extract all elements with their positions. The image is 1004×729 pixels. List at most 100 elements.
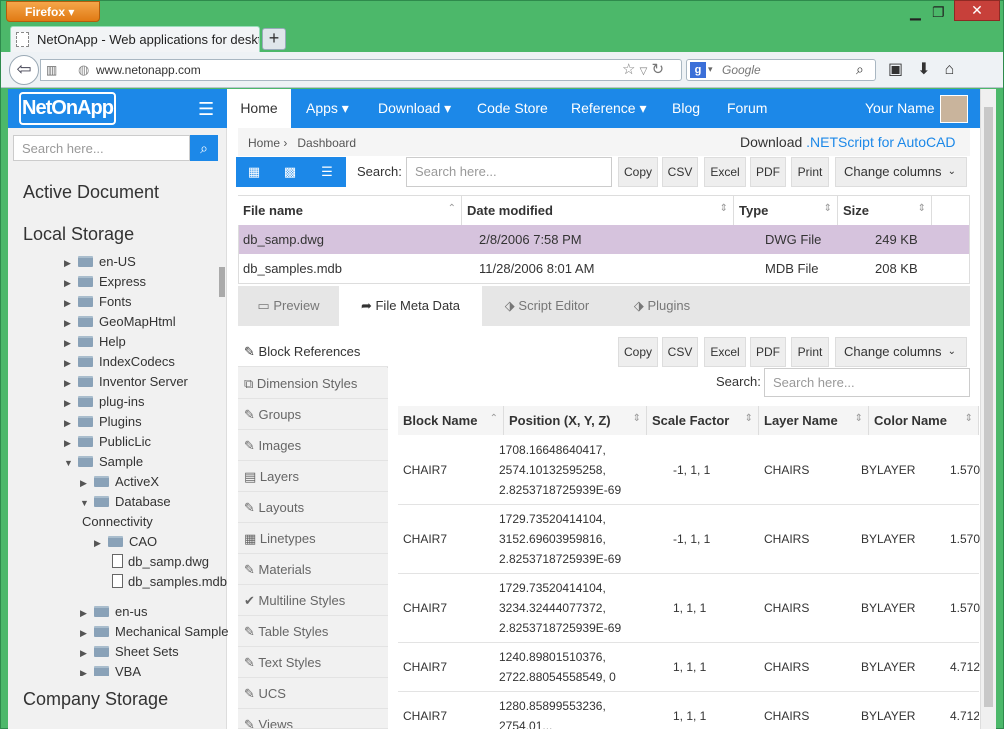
- search-icon[interactable]: ⌕: [856, 61, 864, 78]
- copy-button[interactable]: Copy: [618, 157, 658, 187]
- menu-materials[interactable]: ✎ Materials: [238, 554, 388, 585]
- menu-views[interactable]: ✎ Views: [238, 709, 388, 729]
- tree-item[interactable]: ▶ ActiveX: [80, 474, 159, 489]
- tree-item[interactable]: ▶ PublicLic: [64, 434, 151, 449]
- tree-item[interactable]: ▶ Mechanical Sample: [80, 624, 228, 639]
- menu-groups[interactable]: ✎ Groups: [238, 399, 388, 430]
- menu-dimension-styles[interactable]: ⧉ Dimension Styles: [238, 368, 388, 399]
- menu-ucs[interactable]: ✎ UCS: [238, 678, 388, 709]
- column-header-size[interactable]: Size ⇕: [838, 196, 932, 225]
- close-window-button[interactable]: ✕: [954, 0, 1000, 21]
- copy-button[interactable]: Copy: [618, 337, 658, 367]
- scrollbar-thumb[interactable]: [984, 107, 993, 707]
- tab-plugins[interactable]: ⬗ Plugins: [612, 286, 712, 326]
- change-columns-button[interactable]: Change columns ⌄: [835, 157, 967, 187]
- minimize-icon[interactable]: ▁: [910, 4, 921, 21]
- tree-item[interactable]: ▶ VBA: [80, 664, 141, 676]
- change-columns-button[interactable]: Change columns ⌄: [835, 337, 967, 367]
- tab-file-meta-data[interactable]: ➦ File Meta Data: [339, 286, 482, 326]
- menu-layouts[interactable]: ✎ Layouts: [238, 492, 388, 523]
- menu-multiline-styles[interactable]: ✔ Multiline Styles: [238, 585, 388, 616]
- menu-linetypes[interactable]: ▦ Linetypes: [238, 523, 388, 554]
- tree-item[interactable]: ▶ Express: [64, 274, 146, 289]
- page-scrollbar[interactable]: [980, 89, 996, 729]
- nav-apps[interactable]: Apps ▾: [306, 89, 349, 128]
- cell-file-name[interactable]: db_samp.dwg: [238, 225, 329, 254]
- web-search-box[interactable]: [686, 59, 876, 81]
- column-header-position[interactable]: Position (X, Y, Z) ⇕: [504, 406, 647, 435]
- table-row-selected[interactable]: [239, 225, 969, 254]
- tree-item[interactable]: ▶ GeoMapHtml: [64, 314, 176, 329]
- menu-images[interactable]: ✎ Images: [238, 430, 388, 461]
- column-header-type[interactable]: Type ⇕: [734, 196, 838, 225]
- netonapp-logo[interactable]: NetOnApp: [19, 92, 116, 125]
- maximize-icon[interactable]: ❐: [932, 4, 945, 21]
- chevron-down-icon[interactable]: ▾: [708, 64, 713, 75]
- download-promo[interactable]: Download .NETScript for AutoCAD: [740, 134, 956, 150]
- print-button[interactable]: Print: [791, 337, 829, 367]
- small-grid-view-icon[interactable]: ▩: [272, 157, 308, 187]
- sidebar-search-input[interactable]: Search here...: [13, 135, 190, 161]
- excel-button[interactable]: Excel: [704, 157, 746, 187]
- home-icon[interactable]: ⌂: [945, 61, 969, 78]
- column-header-date-modified[interactable]: Date modified ⇕: [462, 196, 734, 225]
- bookmarks-icon[interactable]: ▣: [888, 61, 917, 78]
- pdf-button[interactable]: PDF: [750, 157, 786, 187]
- tree-item-continued[interactable]: Connectivity: [82, 514, 153, 529]
- menu-layers[interactable]: ▤ Layers: [238, 461, 388, 492]
- menu-block-references[interactable]: ✎ Block References: [238, 336, 388, 367]
- csv-button[interactable]: CSV: [662, 337, 698, 367]
- list-view-icon[interactable]: ☰: [308, 157, 346, 187]
- bookmark-star-icon[interactable]: ☆ ▽ ↻: [622, 60, 664, 78]
- browser-tab[interactable]: NetOnApp - Web applications for deskt...: [10, 26, 260, 52]
- url-text[interactable]: www.netonapp.com: [96, 63, 201, 77]
- large-grid-view-icon[interactable]: ▦: [236, 157, 272, 187]
- column-header-layer-name[interactable]: Layer Name ⇕: [759, 406, 869, 435]
- local-storage-heading[interactable]: Local Storage: [23, 224, 134, 245]
- firefox-menu-button[interactable]: Firefox ▾: [6, 1, 100, 22]
- nav-home[interactable]: Home: [227, 89, 291, 128]
- file-search-input[interactable]: Search here...: [406, 157, 612, 187]
- google-icon[interactable]: g: [690, 62, 706, 78]
- new-tab-button[interactable]: +: [262, 28, 286, 50]
- menu-text-styles[interactable]: ✎ Text Styles: [238, 647, 388, 678]
- tab-preview[interactable]: ▭ Preview: [238, 286, 339, 326]
- tree-item[interactable]: ▶ CAO: [94, 534, 157, 549]
- column-header-file-name[interactable]: File name ⌃: [238, 196, 462, 225]
- csv-button[interactable]: CSV: [662, 157, 698, 187]
- block-search-input[interactable]: Search here...: [764, 368, 970, 397]
- active-document-heading[interactable]: Active Document: [23, 182, 159, 203]
- company-storage-heading[interactable]: Company Storage: [23, 689, 168, 710]
- tree-item[interactable]: ▶ Sheet Sets: [80, 644, 179, 659]
- sidebar-scrollbar[interactable]: [219, 267, 225, 297]
- nav-download[interactable]: Download ▾: [378, 89, 451, 128]
- tree-item[interactable]: ▶ en-US: [64, 254, 136, 269]
- nav-forum[interactable]: Forum: [727, 89, 767, 128]
- tree-item[interactable]: ▶ plug-ins: [64, 394, 145, 409]
- web-search-placeholder[interactable]: Google: [722, 63, 761, 77]
- tree-item[interactable]: ▶ en-us: [80, 604, 148, 619]
- pdf-button[interactable]: PDF: [750, 337, 786, 367]
- hamburger-menu-icon[interactable]: ☰: [198, 99, 214, 120]
- tree-item[interactable]: ▶ Plugins: [64, 414, 142, 429]
- tree-item-expanded[interactable]: ▼ Database: [80, 494, 171, 509]
- nav-code-store[interactable]: Code Store: [477, 89, 548, 128]
- search-icon[interactable]: ⌕: [190, 135, 218, 161]
- nav-reference[interactable]: Reference ▾: [571, 89, 647, 128]
- excel-button[interactable]: Excel: [704, 337, 746, 367]
- column-header-scale-factor[interactable]: Scale Factor ⇕: [647, 406, 759, 435]
- avatar[interactable]: [940, 95, 968, 123]
- tree-item[interactable]: ▶ IndexCodecs: [64, 354, 175, 369]
- menu-table-styles[interactable]: ✎ Table Styles: [238, 616, 388, 647]
- tab-groups-icon[interactable]: ▥: [46, 63, 57, 77]
- back-arrow-icon[interactable]: ⇦: [9, 55, 39, 85]
- print-button[interactable]: Print: [791, 157, 829, 187]
- column-header-block-name[interactable]: Block Name ⌃: [398, 406, 504, 435]
- tree-item[interactable]: ▶ Inventor Server: [64, 374, 188, 389]
- tree-file[interactable]: db_samp.dwg: [112, 554, 209, 569]
- user-name[interactable]: Your Name: [865, 89, 935, 128]
- tree-item-expanded[interactable]: ▼ Sample: [64, 454, 143, 469]
- download-icon[interactable]: ⬇: [917, 61, 944, 78]
- nav-blog[interactable]: Blog: [672, 89, 700, 128]
- cell-file-name[interactable]: db_samples.mdb: [238, 254, 347, 283]
